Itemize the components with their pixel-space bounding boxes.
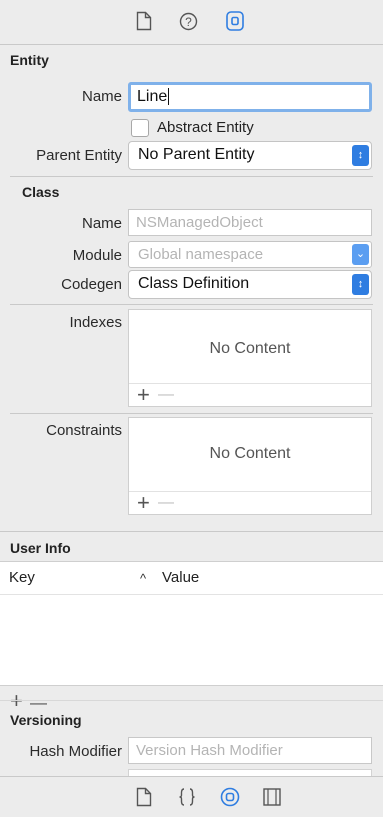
indexes-add-button[interactable]: + [137,384,150,406]
module-label: Module [72,247,122,264]
chevron-updown-icon: ↕ [352,145,369,166]
indexes-remove-button[interactable]: — [158,384,174,406]
entity-name-field[interactable]: Line [128,82,372,112]
entity-section-title: Entity [10,52,49,68]
user-info-section-title: User Info [10,540,71,556]
codegen-popup[interactable]: Class Definition ↕ [128,270,372,299]
class-section-title: Class [22,184,60,200]
class-name-label: Name [81,215,122,232]
parent-entity-label: Parent Entity [36,147,122,164]
constraints-list[interactable]: No Content + — [128,417,372,515]
abstract-entity-label: Abstract Entity [157,119,254,136]
indexes-list[interactable]: No Content + — [128,309,372,407]
abstract-entity-checkbox[interactable] [131,119,149,137]
hash-modifier-field[interactable]: Version Hash Modifier [128,737,372,764]
constraints-label: Constraints [46,422,122,439]
hash-modifier-label: Hash Modifier [29,743,122,760]
module-placeholder: Global namespace [138,246,264,263]
media-library-icon[interactable] [263,788,281,806]
user-info-remove-button[interactable]: — [30,692,47,714]
parent-entity-value: No Parent Entity [138,146,255,163]
parent-entity-popup[interactable]: No Parent Entity ↕ [128,141,372,170]
codegen-label: Codegen [61,276,122,293]
class-name-field[interactable]: NSManagedObject [128,209,372,236]
codegen-value: Class Definition [138,275,250,292]
text-cursor [168,88,170,106]
indexes-empty-text: No Content [209,340,291,357]
hash-modifier-placeholder: Version Hash Modifier [136,742,283,759]
file-template-icon[interactable] [136,787,152,807]
class-name-placeholder: NSManagedObject [136,214,263,231]
constraints-remove-button[interactable]: — [158,492,174,514]
top-toolbar: ? [0,0,383,44]
constraints-add-button[interactable]: + [137,492,150,514]
column-header-key[interactable]: Key [9,569,35,586]
column-header-value[interactable]: Value [162,569,199,586]
entity-name-value: Line [137,88,168,105]
indexes-label: Indexes [69,314,122,331]
entity-name-label: Name [81,88,122,105]
module-popup[interactable]: Global namespace ⌄ [128,241,372,268]
bottom-toolbar [0,777,383,817]
quick-help-icon[interactable]: ? [179,12,198,31]
constraints-empty-text: No Content [209,445,291,462]
object-library-icon[interactable] [220,787,240,807]
file-inspector-icon[interactable] [136,11,152,31]
chevron-updown-icon: ↕ [352,274,369,295]
chevron-down-icon: ⌄ [352,244,369,265]
versioning-section-title: Versioning [10,712,82,728]
code-snippet-icon[interactable] [178,787,196,807]
svg-text:?: ? [185,15,192,29]
user-info-add-button[interactable]: + [10,690,23,712]
sort-ascending-icon: ^ [140,571,147,586]
data-model-inspector-icon[interactable] [226,11,244,31]
user-info-table[interactable]: Key ^ Value [0,561,383,686]
